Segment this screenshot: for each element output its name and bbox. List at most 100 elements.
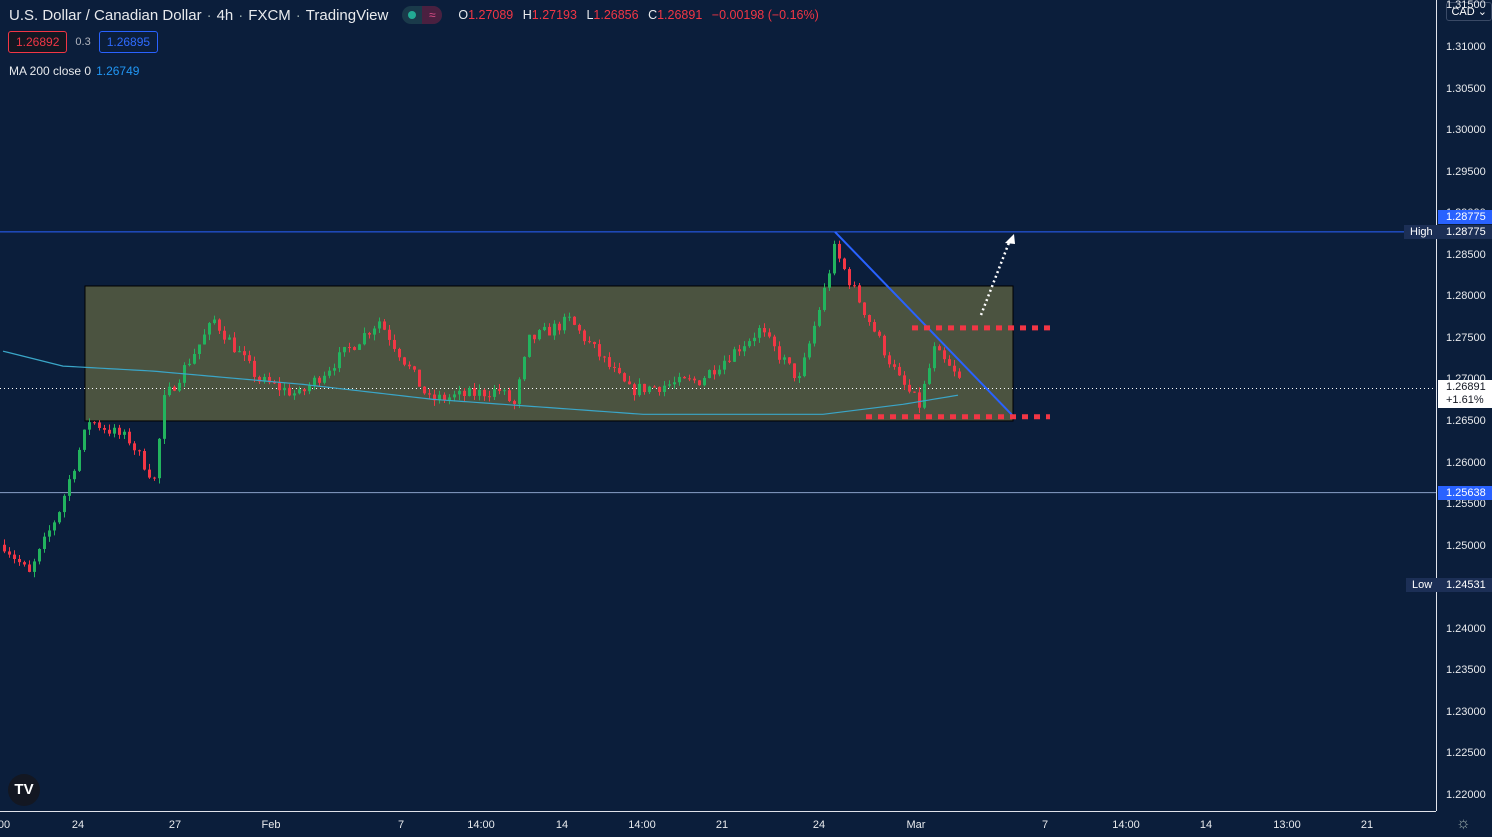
candle-body [313, 377, 316, 386]
candle-body [718, 369, 721, 375]
candle-body [933, 346, 936, 369]
candle-body [603, 356, 606, 358]
time-axis[interactable]: 00 24 27 Feb 7 14:00 14 14:00 21 24 Mar 7 14:00 14 13:… [0, 811, 1436, 837]
candle-body [953, 365, 956, 372]
candle-body [528, 334, 531, 357]
candle-body [28, 564, 31, 572]
candle-body [353, 347, 356, 350]
chart-canvas[interactable] [0, 0, 1436, 811]
candle-body [388, 329, 391, 340]
time-tick: 14:00 [1112, 819, 1140, 831]
candle-body [523, 356, 526, 380]
candle-body [888, 355, 891, 365]
candle-body [498, 389, 501, 391]
candle-body [938, 346, 941, 351]
indicator-value: 1.26749 [96, 64, 140, 78]
price-tick: 1.25000 [1446, 539, 1486, 552]
candle-body [83, 429, 86, 450]
candle-body [743, 346, 746, 352]
candle-body [818, 309, 821, 326]
interval[interactable]: 4h [217, 7, 234, 24]
indicator-legend[interactable]: MA 200 close 0 1.26749 [9, 64, 139, 78]
candle-body [943, 350, 946, 360]
ohlc-values: O1.27089 H1.27193 L1.26856 C1.26891 −0.0… [458, 8, 819, 22]
time-tick: Feb [261, 819, 281, 831]
buy-button[interactable]: 1.26895 [98, 31, 159, 53]
candle-body [848, 269, 851, 286]
tradingview-logo[interactable]: TV [8, 774, 40, 806]
market-open-icon [408, 11, 417, 19]
candle-body [948, 359, 951, 366]
candle-body [583, 330, 586, 342]
settings-icon[interactable]: ☼ [1456, 815, 1471, 833]
candle-body [513, 401, 516, 404]
candle-body [728, 360, 731, 362]
candle-body [908, 384, 911, 392]
sell-button[interactable]: 1.26892 [8, 31, 68, 53]
candle-body [768, 332, 771, 337]
time-tick: 24 [812, 819, 826, 831]
time-tick: 14 [555, 819, 569, 831]
candle-body [813, 325, 816, 344]
spread: 0.3 [75, 36, 91, 48]
candle-body [123, 431, 126, 435]
candle-body [793, 363, 796, 379]
candle-body [798, 376, 801, 379]
candle-body [458, 390, 461, 395]
time-tick: 21 [715, 819, 729, 831]
price-tick: 1.30500 [1446, 82, 1486, 95]
candle-body [548, 326, 551, 336]
candle-body [208, 323, 211, 335]
candle-body [413, 366, 416, 370]
candle-body [423, 386, 426, 394]
symbol-title[interactable]: U.S. Dollar / Canadian Dollar [9, 7, 202, 24]
candle-body [443, 394, 446, 401]
candle-body [198, 344, 201, 354]
quote-panel: 1.26892 0.3 1.26895 [8, 31, 159, 53]
price-tick: 1.23000 [1446, 705, 1486, 718]
time-tick: 7 [397, 819, 405, 831]
candle-body [38, 548, 41, 562]
candle-body [898, 366, 901, 376]
candle-body [593, 341, 596, 345]
candle-body [233, 337, 236, 353]
candle-body [613, 366, 616, 368]
candle-body [678, 376, 681, 383]
candle-body [893, 364, 896, 367]
candle-body [453, 394, 456, 398]
candle-body [58, 512, 61, 523]
candle-body [608, 357, 611, 367]
candle-body [393, 339, 396, 349]
candle-body [363, 333, 366, 345]
time-tick: Mar [906, 819, 926, 831]
candle-body [158, 438, 161, 479]
indicator-label: MA 200 close 0 [9, 64, 92, 78]
candle-body [688, 378, 691, 380]
time-tick: 24 [71, 819, 85, 831]
candle-body [483, 389, 486, 397]
current-price-label: 1.26891 +1.61% [1438, 380, 1492, 409]
candle-body [243, 351, 246, 356]
price-tick: 1.30000 [1446, 124, 1486, 137]
price-axis[interactable]: CAD ⌄ 1.22000 1.22500 1.23000 1.23500 1.2400… [1436, 0, 1492, 811]
candle-body [663, 385, 666, 392]
candle-body [468, 388, 471, 397]
candle-body [88, 422, 91, 430]
candle-body [418, 369, 421, 387]
candle-body [13, 554, 16, 560]
candle-body [633, 384, 636, 396]
chart-header: U.S. Dollar / Canadian Dollar · 4h · FXCM ·… [9, 6, 825, 24]
candle-body [903, 375, 906, 385]
candle-body [298, 389, 301, 394]
market-status-badge[interactable]: ≈ [402, 6, 443, 24]
candle-body [568, 316, 571, 318]
candle-body [463, 390, 466, 397]
candle-body [618, 367, 621, 374]
candle-body [473, 388, 476, 396]
candle-body [98, 422, 101, 428]
candle-body [128, 431, 131, 444]
candle-body [488, 396, 491, 398]
candle-body [218, 319, 221, 331]
candle-body [108, 429, 111, 434]
candle-body [653, 386, 656, 388]
